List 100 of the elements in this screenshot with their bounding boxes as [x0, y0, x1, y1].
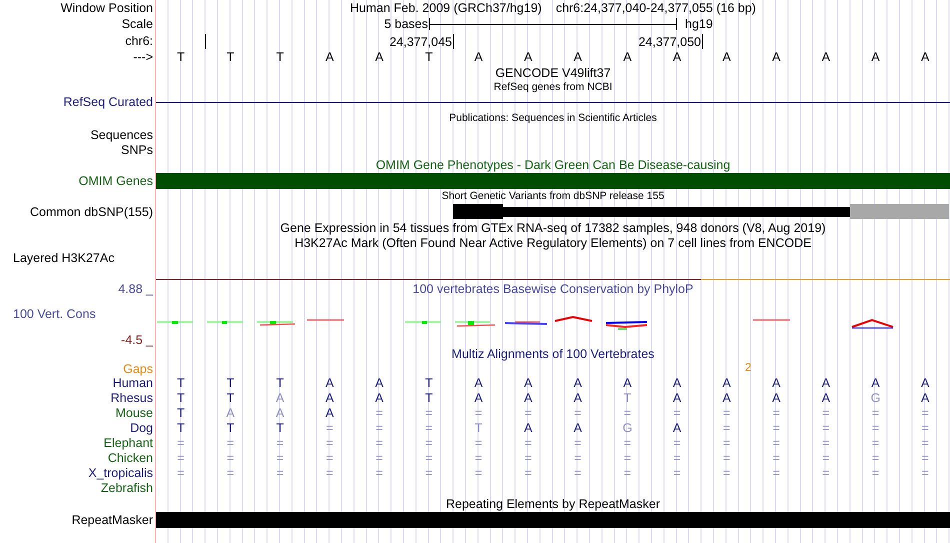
aligned-base: G: [622, 422, 634, 435]
aligned-base: =: [821, 452, 831, 465]
aligned-base: =: [374, 407, 384, 420]
aligned-base: =: [622, 407, 632, 420]
aligned-base: =: [275, 437, 285, 450]
base-letter: A: [870, 50, 881, 64]
base-letter: A: [622, 50, 633, 64]
aligned-base: =: [275, 467, 285, 480]
axis-min-label: -4.5 _: [121, 334, 153, 346]
base-letter: A: [920, 50, 930, 64]
base-letter: A: [672, 50, 682, 64]
base-letter: A: [523, 50, 534, 64]
track-subtitle: RefSeq genes from NCBI: [494, 82, 612, 93]
aligned-base: A: [374, 377, 384, 390]
aligned-base: T: [176, 407, 186, 420]
track-title: Repeating Elements by RepeatMasker: [446, 498, 660, 510]
aligned-base: =: [374, 422, 384, 435]
position-title: chr6:24,377,040-24,377,055 (16 bp): [556, 2, 756, 14]
aligned-base: =: [920, 422, 930, 435]
species-label: Mouse: [115, 407, 153, 420]
aligned-base: =: [275, 452, 285, 465]
aligned-base: T: [424, 392, 434, 405]
assembly-title: Human Feb. 2009 (GRCh37/hg19): [350, 2, 542, 14]
aligned-base: =: [176, 467, 186, 480]
aligned-base: =: [424, 452, 434, 465]
aligned-base: A: [771, 377, 782, 390]
species-label: Zebrafish: [100, 482, 153, 495]
track-title: H3K27Ac Mark (Often Found Near Active Regulatory Elements) on 7 cell lines from ENCODE: [294, 237, 812, 250]
base-letter: A: [722, 50, 732, 64]
aligned-base: A: [274, 392, 286, 405]
aligned-base: A: [523, 422, 534, 435]
aligned-base: =: [672, 437, 682, 450]
aligned-base: =: [722, 407, 732, 420]
aligned-base: T: [424, 377, 434, 390]
aligned-base: =: [772, 467, 781, 480]
aligned-base: A: [324, 407, 335, 420]
aligned-base: T: [226, 377, 236, 390]
aligned-base: =: [622, 437, 632, 450]
aligned-base: G: [870, 392, 882, 405]
track-title: Multiz Alignments of 100 Vertebrates: [452, 348, 654, 360]
species-label: Dog: [130, 422, 153, 435]
aligned-base: =: [772, 422, 781, 435]
aligned-base: =: [474, 467, 484, 480]
position-tick: [702, 34, 703, 49]
species-label: Chicken: [108, 452, 153, 465]
track-label: Window Position: [60, 2, 153, 14]
aligned-base: =: [424, 467, 434, 480]
aligned-base: =: [524, 467, 533, 480]
aligned-base: =: [226, 452, 236, 465]
aligned-base: =: [821, 437, 831, 450]
track-label: RepeatMasker: [72, 514, 153, 526]
aligned-base: =: [821, 467, 831, 480]
aligned-base: =: [573, 452, 582, 465]
track-label: Scale: [122, 18, 153, 31]
aligned-base: T: [622, 392, 632, 405]
base-letter: A: [572, 50, 583, 64]
track-label: Layered H3K27Ac: [13, 252, 114, 264]
aligned-base: A: [672, 377, 682, 390]
aligned-base: =: [325, 422, 334, 435]
aligned-base: =: [325, 437, 334, 450]
aligned-base: =: [226, 437, 236, 450]
base-letter: A: [374, 50, 384, 64]
aligned-base: A: [722, 392, 732, 405]
aligned-base: A: [523, 392, 534, 405]
track-label: SNPs: [121, 144, 153, 156]
aligned-base: =: [474, 407, 484, 420]
aligned-base: =: [524, 407, 533, 420]
species-label: Human: [112, 377, 153, 390]
aligned-base: =: [374, 452, 384, 465]
track-label: chr6:: [125, 34, 153, 48]
aligned-base: =: [524, 452, 533, 465]
aligned-base: T: [176, 392, 186, 405]
aligned-base: =: [870, 422, 880, 435]
aligned-base: =: [722, 467, 732, 480]
aligned-base: =: [722, 422, 732, 435]
aligned-base: =: [176, 452, 186, 465]
aligned-base: A: [523, 377, 534, 390]
aligned-base: A: [374, 392, 384, 405]
aligned-base: =: [722, 452, 732, 465]
assembly-label: hg19: [685, 18, 713, 31]
aligned-base: A: [722, 377, 732, 390]
aligned-base: A: [473, 392, 484, 405]
base-letter: A: [771, 50, 782, 64]
base-letter: A: [473, 50, 484, 64]
track-label: 100 Vert. Cons: [13, 308, 96, 320]
aligned-base: A: [920, 392, 930, 405]
aligned-base: =: [870, 467, 880, 480]
aligned-base: =: [573, 467, 582, 480]
base-letter: A: [324, 50, 335, 64]
aligned-base: A: [820, 377, 832, 390]
aligned-base: =: [920, 467, 930, 480]
aligned-base: =: [772, 407, 781, 420]
species-label: Elephant: [104, 437, 153, 450]
aligned-base: A: [473, 377, 484, 390]
aligned-base: A: [225, 407, 236, 420]
aligned-base: =: [821, 407, 831, 420]
aligned-base: A: [572, 422, 583, 435]
aligned-base: =: [374, 437, 384, 450]
track-title: Short Genetic Variants from dbSNP release 155: [442, 191, 664, 202]
aligned-base: =: [325, 452, 334, 465]
